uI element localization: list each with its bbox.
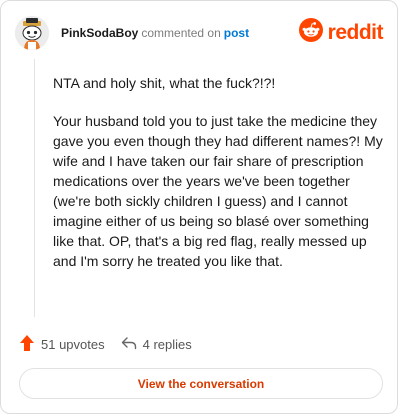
- comment-paragraph: Your husband told you to just take the m…: [53, 113, 383, 269]
- thread-line: [34, 59, 35, 317]
- post-link[interactable]: post: [224, 26, 249, 40]
- reddit-wordmark: reddit: [327, 20, 384, 44]
- replies-count: 4 replies: [142, 336, 192, 352]
- comment-paragraph: NTA and holy shit, what the fuck?!?!: [53, 75, 276, 91]
- comment-body: NTA and holy shit, what the fuck?!?! You…: [53, 73, 383, 289]
- upvote-arrow-icon: [19, 334, 35, 355]
- comment-header: PinkSodaBoy commented on post: [15, 15, 249, 51]
- comment-card: PinkSodaBoy commented on post reddit NTA a…: [0, 0, 398, 414]
- reddit-brand[interactable]: reddit: [298, 18, 384, 47]
- reddit-logo-icon: [298, 18, 323, 47]
- view-conversation-button[interactable]: View the conversation: [19, 368, 383, 399]
- replies-stat[interactable]: 4 replies: [121, 335, 192, 354]
- byline-action-text: commented on: [141, 26, 221, 40]
- comment-footer: 51 upvotes 4 replies: [19, 334, 192, 355]
- reply-arrow-icon: [121, 335, 137, 354]
- comment-byline: PinkSodaBoy commented on post: [61, 26, 249, 40]
- username-link[interactable]: PinkSodaBoy: [61, 26, 138, 40]
- upvotes-stat[interactable]: 51 upvotes: [19, 334, 105, 355]
- snoo-avatar-icon[interactable]: [15, 16, 49, 50]
- upvotes-count: 51 upvotes: [41, 336, 105, 352]
